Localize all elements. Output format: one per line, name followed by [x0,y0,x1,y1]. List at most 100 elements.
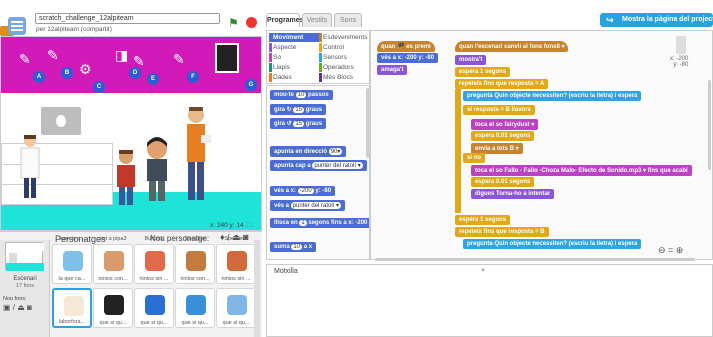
block-input[interactable]: 15 [293,121,305,127]
sprite-thumbnail [145,251,165,271]
sprite-tile[interactable]: que si qu... [175,288,215,328]
palette-block[interactable]: mou-te 10 passos [270,90,333,100]
project-page-button[interactable]: Mostra la pàgina del projecte ↪ [600,13,713,27]
sprite-name: la que ca... [58,276,86,282]
block-input[interactable]: -200 [297,188,314,194]
category-sensors[interactable]: Sensors [319,53,369,62]
script-block-sound[interactable]: toca el so fairydust ▾ [471,119,539,130]
sprite-tile[interactable]: laborfora... [52,288,92,328]
script-block-sound[interactable]: toca el so Fallo - Fallo -Choza Malo- Ef… [471,165,692,176]
sprite-thumbnail [145,295,165,315]
project-author: per 12alpiteam (compartit) [36,26,112,33]
doctor-sprite[interactable] [15,133,45,203]
script-block-events[interactable]: quan l'escenari canvii al fons fons8 ▾ [455,41,569,52]
category-moviment[interactable]: Moviment [269,33,319,42]
stage-canvas[interactable]: A ✎ B ✎ C ⚙ D ◨ E ✎ F ✎ G [0,36,262,231]
banner-letter-b: B [61,67,73,79]
sprite-thumbnail [186,295,206,315]
sprite-tile[interactable]: que si qu... [134,288,174,328]
stage-coordinates: x: 240 y: 14 ⛶ [210,222,252,230]
green-flag-icon[interactable]: ⚑ [228,16,239,30]
script-block-motion[interactable]: vés a x: -200 y: -80 [377,53,439,63]
zoom-controls[interactable]: ⊖ = ⊕ [658,245,683,256]
category-control[interactable]: Control [319,43,369,52]
script-block-control[interactable]: espera 0.01 segons [471,131,535,141]
script-block-control[interactable]: espera 1 segons [455,67,511,77]
scripts-hscrollbar[interactable] [375,258,695,261]
stage-thumbnail[interactable] [5,242,44,271]
script-block-sensing[interactable]: pregunta Quin objecte necessiten? (escri… [463,239,642,249]
block-input[interactable]: punter del ratolí ▾ [312,162,363,169]
backpack-panel[interactable] [266,264,713,337]
category-swatch [319,73,322,82]
sprite-tile[interactable]: que si qu... [93,288,133,328]
fullscreen-icon[interactable]: ⛶ [248,222,253,229]
block-input[interactable]: 1 [299,220,307,226]
script-block-looks[interactable]: digues Torna-ho a intentar [471,189,555,199]
category-dades[interactable]: Dades [269,73,319,82]
palette-block[interactable]: apunta en direcció 90▾ [270,146,347,157]
block-input[interactable]: 10 [291,244,303,250]
block-input[interactable]: 10 [295,92,307,98]
patient-kid-sprite[interactable] [139,137,175,207]
script-block-control[interactable]: si no [463,153,486,163]
script-block-control[interactable]: si resposta = B llavors [463,105,535,115]
palette-block[interactable]: vés a punter del ratolí ▾ [270,200,346,211]
block-text: y: -80 [313,188,332,194]
sprites-scrollbar[interactable] [254,240,260,337]
category-esdeveniments[interactable]: Esdeveniments [319,33,369,42]
stage-label: Escenari [13,276,37,282]
banner-object-icon: ✎ [173,51,185,67]
backpack-toggle-icon[interactable]: ▼ [480,268,486,274]
project-title-input[interactable]: scratch_challenge_12alpiteam [35,13,220,24]
patient-boy-sprite[interactable] [111,149,141,209]
script-block-looks[interactable]: amaga't [377,65,408,75]
palette-block[interactable]: apunta cap a punter del ratolí ▾ [270,160,367,171]
banner-letter-f: F [187,71,199,83]
block-text: graus [304,107,323,113]
palette-block[interactable]: llisca en 1 segons fins a x: -200 [270,218,369,228]
block-text: passos [306,92,329,98]
sprite-thumbnail [227,251,247,271]
sprite-tile[interactable]: ninios con... [93,244,133,284]
stop-icon[interactable] [246,17,257,28]
category-so[interactable]: So [269,53,319,62]
script-block-control[interactable]: repeteix fins que resposta = A [455,79,549,89]
sprite-tile[interactable]: ninios sin ... [216,244,256,284]
block-palette: mou-te 10 passos gira ↻ 15 graus gira ↺ 15… [266,85,370,260]
category-llapis[interactable]: Llapis [269,63,319,72]
sprite-caption: eure is o... [59,236,85,242]
tab-costumes[interactable]: Vestits [302,13,332,27]
palette-block[interactable]: gira ↻ 15 graus [270,104,327,115]
category-label: Dades [273,74,292,81]
script-block-control[interactable]: espera 0.01 segons [471,177,535,187]
category-operadors[interactable]: Operadors [319,63,369,72]
tab-code[interactable]: Programes [266,13,304,27]
script-block-events[interactable]: quan 🏴 es premi [377,41,435,52]
sprite-tile[interactable]: la que ca... [52,244,92,284]
category-aspecte[interactable]: Aspecte [269,43,319,52]
category-més-blocs[interactable]: Més Blocs [319,73,369,82]
script-block-sensing[interactable]: pregunta Quin objecte necessiten? (escri… [463,91,642,101]
sprite-tile[interactable]: ninios sin ... [134,244,174,284]
tab-sounds[interactable]: Sons [334,13,362,27]
sprite-thumbnail [104,251,124,271]
sprite-tile[interactable]: que si qu... [216,288,256,328]
patient-man-sprite[interactable] [179,105,213,205]
sprite-thumbnail [64,296,84,316]
palette-block[interactable]: gira ↺ 15 graus [270,118,327,129]
new-backdrop-label: Nou fons: [3,296,27,302]
sprite-caption: Speaker2 [224,236,248,242]
scripts-area[interactable]: quan 🏴 es premi vés a x: -200 y: -80 amaga… [370,30,713,260]
script-block-looks[interactable]: mostra't [455,55,487,65]
script-block-control[interactable]: repeteix fins que resposta = B [455,227,549,237]
sprite-tile[interactable]: ninios con... [175,244,215,284]
block-input[interactable]: 15 [293,107,305,113]
new-backdrop-tools[interactable]: ▣ / ⏏ ◙ [3,303,32,312]
palette-block[interactable]: vés a x: -200 y: -80 [270,186,336,196]
block-input[interactable]: punter del ratolí ▾ [290,202,342,209]
scripts-vscrollbar[interactable] [708,80,711,170]
block-input[interactable]: 90▾ [328,148,343,155]
palette-block[interactable]: suma 10 a x [270,242,317,252]
script-block-control[interactable]: espera 1 segons [455,215,511,225]
